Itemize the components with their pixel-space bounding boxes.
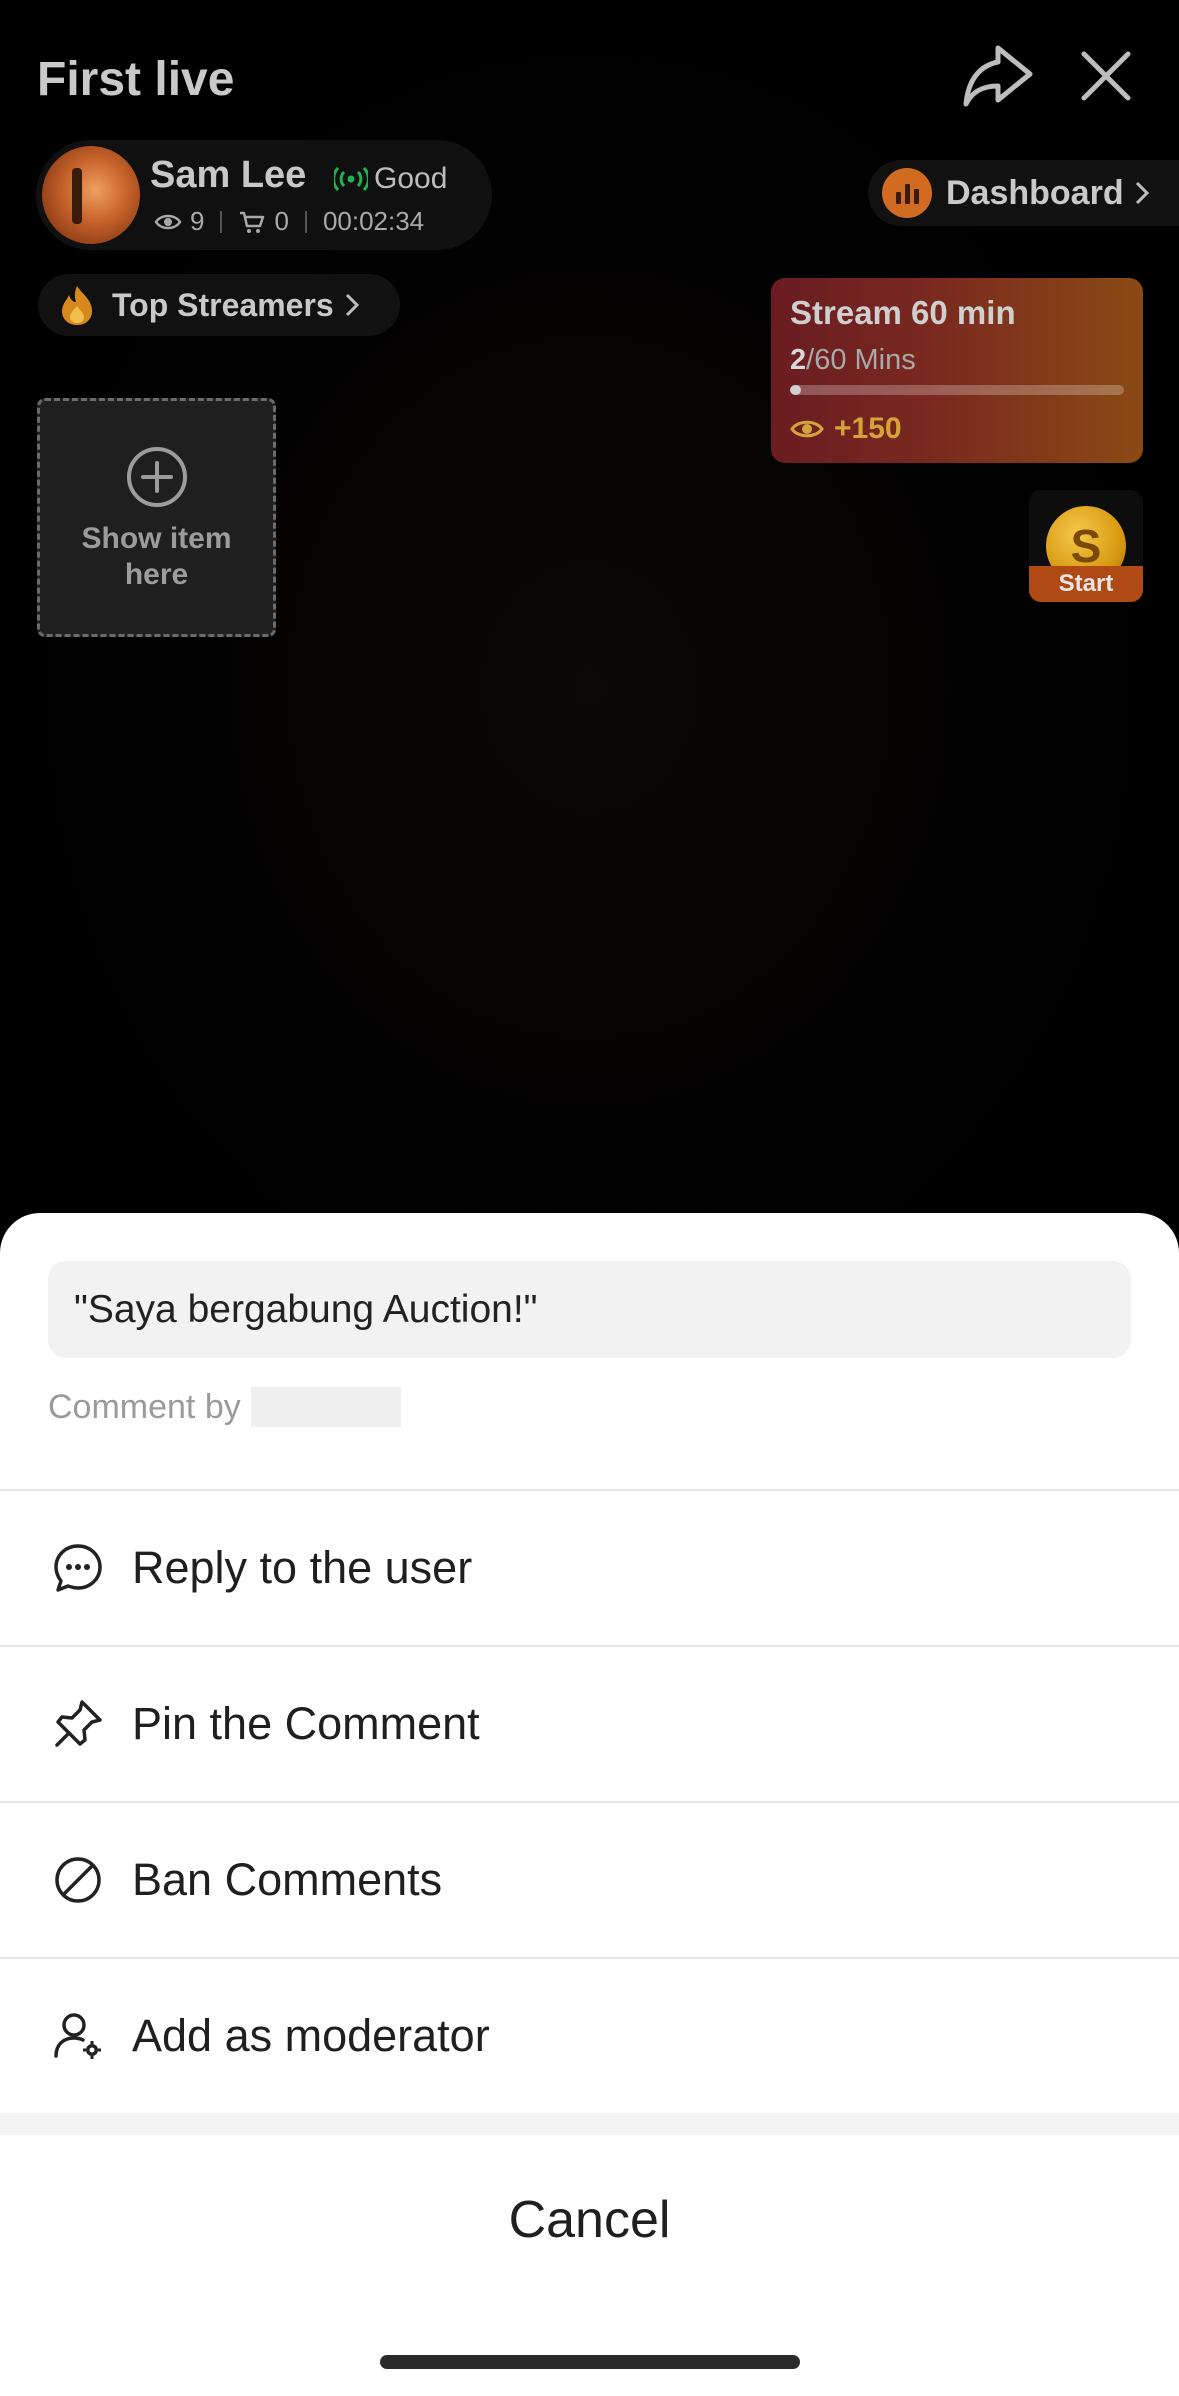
avatar[interactable] [42,146,140,244]
close-icon [1081,51,1131,101]
pin-comment-button[interactable]: Pin the Comment [0,1645,1179,1801]
signal-icon [334,167,368,191]
bar-chart-icon [882,168,932,218]
eye-icon [790,420,824,438]
show-item-button[interactable]: Show item here [37,398,276,637]
connection-status: Good [334,162,447,196]
flame-icon [62,286,92,325]
reply-to-user-button[interactable]: Reply to the user [0,1489,1179,1645]
redacted-username [250,1387,401,1427]
add-moderator-button[interactable]: Add as moderator [0,1957,1179,2113]
dashboard-label: Dashboard [946,173,1124,212]
add-moderator-label: Add as moderator [132,2010,490,2061]
viewer-count: 9 [190,206,205,236]
top-streamers-button[interactable]: Top Streamers [38,274,400,336]
comment-text: "Saya bergabung Auction!" [48,1261,1131,1358]
ban-label: Ban Comments [132,1854,443,1905]
show-item-label: Show item here [81,522,232,591]
home-indicator [380,2355,800,2369]
share-button[interactable] [960,40,1036,112]
streamer-name: Sam Lee [150,154,307,196]
mission-progress-text: 2/60 Mins [790,344,916,376]
mission-progress-bar [790,385,1124,395]
share-icon [963,45,1033,107]
ban-comments-button[interactable]: Ban Comments [0,1801,1179,1957]
chat-bubble-icon [52,1542,104,1594]
pin-icon [52,1698,104,1750]
close-button[interactable] [1078,48,1134,104]
comment-author: Comment by [48,1387,401,1427]
reply-label: Reply to the user [132,1542,473,1593]
chevron-right-icon [1135,181,1149,205]
streamer-info[interactable]: Sam Lee Good 9 0 00:02:34 [36,140,492,250]
stream-stats: 9 0 00:02:34 [154,206,424,237]
section-divider [0,2113,1179,2135]
start-coin-button[interactable]: S Start [1029,490,1143,602]
pin-label: Pin the Comment [132,1698,480,1749]
user-settings-icon [52,2010,104,2062]
cancel-button[interactable]: Cancel [0,2135,1179,2305]
page-title: First live [37,53,235,106]
action-menu: Reply to the user Pin the Comment Ban Co… [0,1489,1179,2113]
mission-progress-fill [790,385,802,395]
comment-action-sheet: "Saya bergabung Auction!" Comment by Rep… [0,1213,1179,2396]
eye-icon [154,214,182,229]
add-circle-icon [126,447,187,507]
stream-mission-card[interactable]: Stream 60 min 2/60 Mins +150 [771,278,1143,463]
mission-reward: +150 [790,412,902,446]
ban-icon [52,1854,104,1906]
top-streamers-label: Top Streamers [112,286,334,323]
dashboard-button[interactable]: Dashboard [868,160,1179,226]
cart-count: 0 [274,206,289,236]
chevron-right-icon [345,293,359,317]
mission-title: Stream 60 min [790,294,1016,331]
stream-duration: 00:02:34 [322,206,425,236]
connection-label: Good [374,162,448,195]
cart-icon [240,211,265,233]
start-label: Start [1029,566,1143,602]
